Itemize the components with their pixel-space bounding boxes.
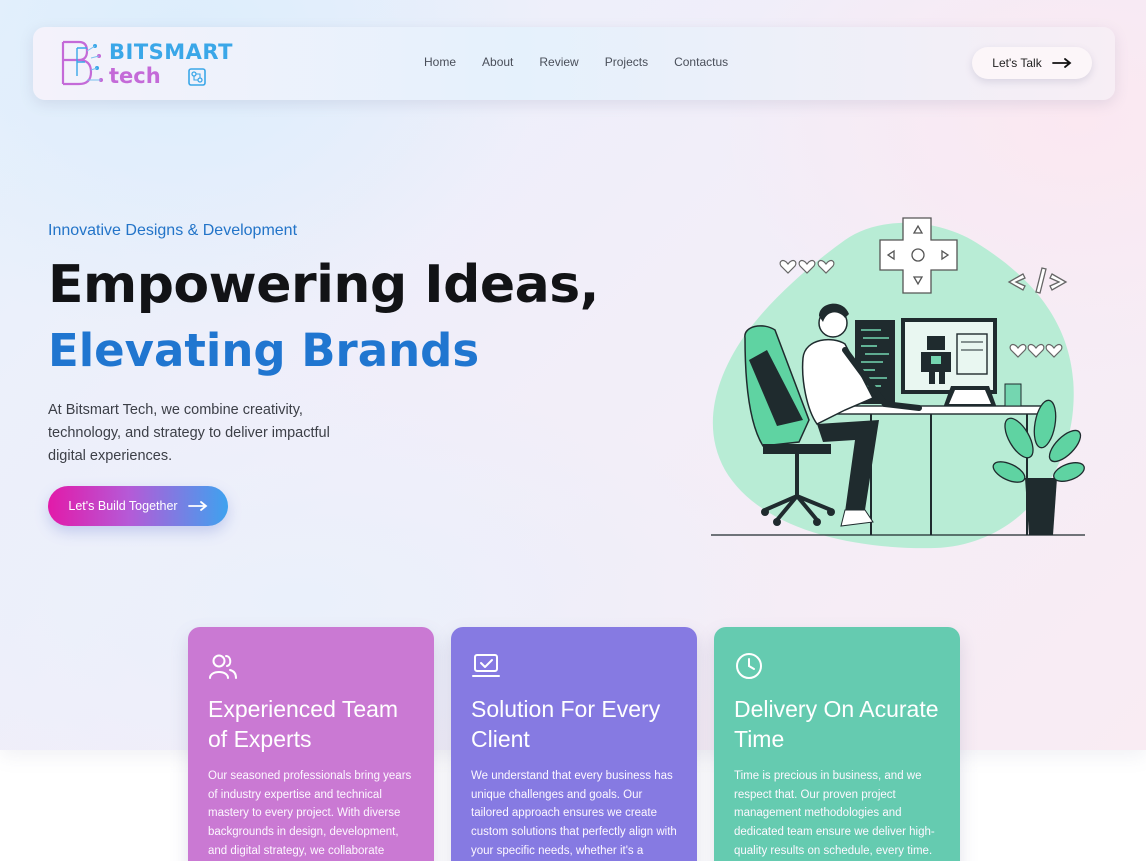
hero-kicker: Innovative Designs & Development <box>48 222 298 239</box>
hero-title-line2: Elevating Brands <box>48 324 480 377</box>
nav-link-review[interactable]: Review <box>539 55 578 69</box>
laptop-check-icon <box>472 654 500 677</box>
feature-card-solution: Solution For Every Client We understand … <box>451 627 697 861</box>
feature-card-text: Our seasoned professionals bring years o… <box>208 770 412 857</box>
chip-icon <box>188 68 206 86</box>
brand-logo-mark-icon <box>61 40 103 86</box>
arrow-right-icon <box>187 501 208 511</box>
nav-link-projects[interactable]: Projects <box>605 55 648 69</box>
feature-card-delivery: Delivery On Acurate Time Time is preciou… <box>714 627 960 861</box>
feature-card-text: We understand that every business has un… <box>471 770 677 857</box>
brand-logo[interactable]: BITSMART tech <box>57 36 232 92</box>
lets-talk-label: Let's Talk <box>992 56 1042 70</box>
nav-link-contactus[interactable]: Contactus <box>674 55 728 69</box>
feature-card-title: Delivery On Acurate Time <box>734 696 939 752</box>
arrow-right-icon <box>1051 58 1072 68</box>
nav-link-about[interactable]: About <box>482 55 513 69</box>
developer-workstation-illustration <box>711 217 1085 549</box>
nav-link-home[interactable]: Home <box>424 55 456 69</box>
main-nav: Home About Review Projects Contactus <box>424 55 754 69</box>
brand-name-line1: BITSMART <box>109 40 233 64</box>
navbar: BITSMART tech Home About Review Projects… <box>33 27 1115 100</box>
lets-build-together-label: Let's Build Together <box>68 499 178 513</box>
users-icon <box>209 654 237 679</box>
feature-card-title: Solution For Every Client <box>471 696 661 752</box>
lets-build-together-button[interactable]: Let's Build Together <box>48 486 228 526</box>
hero-description: At Bitsmart Tech, we combine creativity,… <box>48 402 330 464</box>
brand-name-line2: tech <box>109 64 161 88</box>
lets-talk-button[interactable]: Let's Talk <box>972 47 1092 79</box>
hero-title-line1: Empowering Ideas, <box>48 255 599 315</box>
feature-card-text: Time is precious in business, and we res… <box>734 770 935 857</box>
feature-card-experienced-team: Experienced Team of Experts Our seasoned… <box>188 627 434 861</box>
feature-card-title: Experienced Team of Experts <box>208 696 399 752</box>
clock-icon <box>736 653 762 679</box>
